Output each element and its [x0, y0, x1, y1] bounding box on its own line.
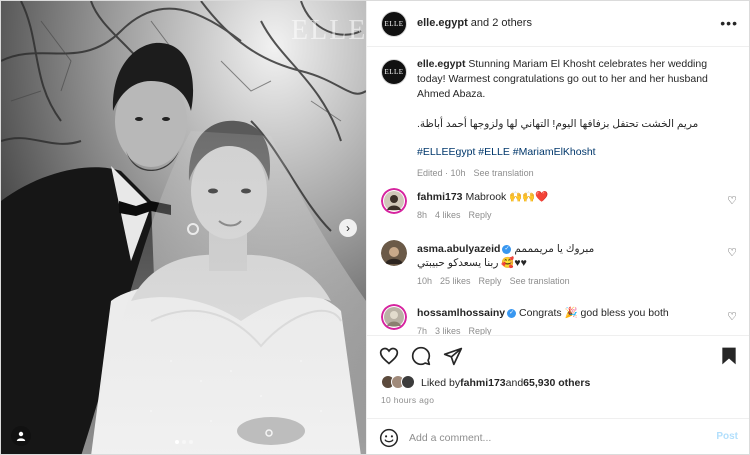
comment-text: Congrats 🎉 god bless you both: [516, 307, 669, 319]
comment-likes-link[interactable]: 25 likes: [440, 276, 471, 286]
likes-summary[interactable]: Liked by fahmi173 and 65,930 others: [381, 375, 590, 391]
avatar[interactable]: ELLE: [381, 11, 407, 37]
likes-count-link[interactable]: 65,930 others: [523, 377, 590, 389]
next-photo-button[interactable]: ›: [339, 219, 357, 237]
user-icon: [16, 431, 26, 441]
like-comment-heart-icon[interactable]: ♡: [727, 310, 737, 323]
avatar: [401, 375, 415, 389]
caption-meta: Edited · 10h See translation: [417, 166, 737, 181]
avatar-image: [381, 188, 407, 214]
carousel-dot: [189, 440, 193, 444]
likes-prefix: Liked by: [421, 377, 461, 389]
verified-badge-icon: ✓: [502, 244, 512, 254]
bookmark-icon[interactable]: [720, 346, 738, 366]
see-translation-link[interactable]: See translation: [474, 168, 534, 178]
carousel-dot: [182, 440, 186, 444]
post-modal: ELLE › ELLE elle.egypt and 2 others ••• …: [0, 0, 750, 455]
see-translation-link[interactable]: See translation: [510, 276, 570, 286]
elle-watermark: ELLE: [291, 15, 366, 46]
caption-arabic-text: مريم الخشت تحتفل بزفافها اليوم! التهاني …: [417, 118, 699, 130]
avatar[interactable]: [381, 188, 407, 214]
wedding-photo-illustration: [1, 1, 366, 454]
emoji-icon[interactable]: [379, 428, 399, 448]
caption-username-link[interactable]: elle.egypt: [417, 58, 465, 70]
heart-icon[interactable]: [379, 346, 399, 366]
post-photo[interactable]: ELLE ›: [1, 1, 366, 454]
more-options-button[interactable]: •••: [720, 15, 738, 31]
likes-middle: and: [505, 377, 524, 389]
comment-body: hossamlhossainy ✓ Congrats 🎉 god bless yo…: [417, 306, 717, 338]
verified-badge-icon: ✓: [507, 308, 517, 318]
post-caption: elle.egypt Stunning Mariam El Khosht cel…: [417, 57, 737, 181]
carousel-dot: [175, 440, 179, 444]
comment-text-line2: ربنا يسعدكو حبيبتي 🥰♥♥: [417, 257, 527, 269]
comment-meta: 8h 4 likes Reply: [417, 208, 717, 222]
liked-by-user-link[interactable]: fahmi173: [460, 377, 506, 389]
caption-avatar[interactable]: ELLE: [381, 59, 407, 85]
post-author: elle.egypt and 2 others: [417, 17, 532, 29]
comment-text: Mabrook 🙌🙌❤️: [462, 191, 549, 203]
avatar[interactable]: [381, 304, 407, 330]
tagged-users-button[interactable]: [11, 426, 31, 446]
comment-likes-link[interactable]: 4 likes: [435, 210, 461, 220]
avatar-image: [381, 304, 407, 330]
comment-time: 8h: [417, 210, 428, 220]
like-comment-heart-icon[interactable]: ♡: [727, 194, 737, 207]
comment-username-link[interactable]: asma.abulyazeid: [417, 243, 500, 255]
like-comment-heart-icon[interactable]: ♡: [727, 246, 737, 259]
collaborators-text[interactable]: and 2 others: [468, 17, 532, 29]
caption-edited-time: Edited · 10h: [417, 168, 466, 178]
caption-hashtags[interactable]: #ELLEEgypt #ELLE #MariamElKhosht: [417, 145, 737, 160]
comment-body: asma.abulyazeid ✓ مبروك يا مريمممم ربنا ي…: [417, 242, 717, 288]
comment-username-link[interactable]: hossamlhossainy: [417, 307, 505, 319]
comment-time: 10h: [417, 276, 433, 286]
add-comment-input[interactable]: [409, 429, 699, 447]
post-comment-button[interactable]: Post: [716, 431, 738, 442]
post-timestamp[interactable]: 10 hours ago: [381, 395, 434, 405]
reply-button[interactable]: Reply: [479, 276, 502, 286]
post-actions-bar: [367, 335, 749, 375]
avatar-image: [381, 240, 407, 266]
comment-meta: 10h 25 likes Reply See translation: [417, 274, 717, 288]
share-icon[interactable]: [443, 346, 463, 366]
comment-username-link[interactable]: fahmi173: [417, 191, 463, 203]
post-details-panel: ELLE elle.egypt and 2 others ••• ELLE el…: [366, 1, 749, 454]
liker-avatars: [381, 375, 415, 391]
comment-text-line1: مبروك يا مريمممم: [514, 243, 595, 255]
avatar[interactable]: [381, 240, 407, 266]
add-comment-bar: Post: [367, 418, 749, 454]
comment-body: fahmi173 Mabrook 🙌🙌❤️ 8h 4 likes Reply: [417, 190, 717, 222]
carousel-indicator: [175, 440, 193, 444]
author-username-link[interactable]: elle.egypt: [417, 17, 468, 29]
comment-icon[interactable]: [411, 346, 431, 366]
reply-button[interactable]: Reply: [469, 210, 492, 220]
post-header: ELLE elle.egypt and 2 others •••: [367, 1, 749, 47]
